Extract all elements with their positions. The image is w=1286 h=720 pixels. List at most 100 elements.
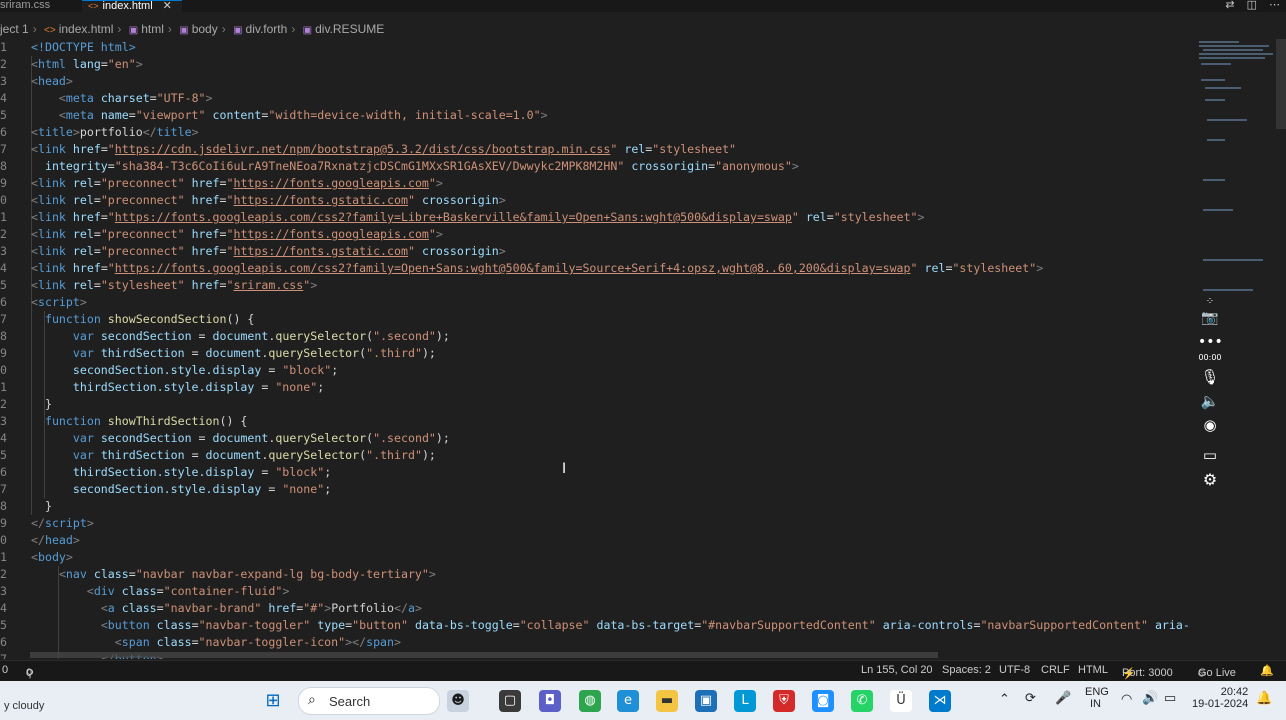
breadcrumb-html[interactable]: html	[141, 22, 164, 36]
search-label: Search	[329, 694, 371, 709]
drag-handle-icon[interactable]: ⁘	[1198, 296, 1222, 307]
split-editor-icon[interactable]: ◫	[1247, 0, 1257, 11]
teams-chat-icon[interactable]: ◘	[539, 690, 561, 712]
chevron-right-icon: ›	[117, 22, 122, 36]
microphone-icon[interactable]: 🎙	[1198, 368, 1222, 386]
shield-app-icon[interactable]: ⛨	[773, 690, 795, 712]
chevron-right-icon: ›	[167, 22, 172, 36]
code-line: 8 var secondSection = document.querySele…	[0, 329, 450, 343]
tab-index-html[interactable]: <> index.html ✕	[82, 0, 182, 13]
element-icon: ▣	[233, 25, 243, 36]
code-line: 8 }	[0, 499, 52, 513]
indentation[interactable]: Spaces: 2	[942, 664, 991, 676]
file-explorer-icon[interactable]: ▬	[656, 690, 678, 712]
element-icon: ▣	[302, 25, 313, 36]
screen-icon[interactable]: ▭	[1198, 446, 1222, 464]
chevron-up-icon[interactable]: ⌃	[999, 691, 1010, 707]
code-line: 5 var thirdSection = document.querySelec…	[0, 448, 436, 462]
code-line: 0 secondSection.style.display = "block";	[0, 363, 339, 377]
notification-icon[interactable]: 🔔	[1256, 690, 1272, 706]
breadcrumb-body[interactable]: body	[192, 22, 218, 36]
code-line: 9 </script>	[0, 516, 94, 530]
camera-icon[interactable]: 📷	[1198, 310, 1222, 326]
app-u-icon[interactable]: Ü	[890, 690, 912, 712]
wifi-icon[interactable]: ◠	[1121, 691, 1132, 707]
code-line: 7 function showSecondSection() {	[0, 312, 255, 326]
windows-start-icon[interactable]: ⊞	[262, 690, 284, 712]
language-mode[interactable]: HTML	[1078, 664, 1108, 676]
more-icon[interactable]: •••	[1198, 334, 1223, 350]
html-file-icon: <>	[44, 25, 56, 36]
code-line: 1 <body>	[0, 550, 73, 564]
copilot-avatar-icon[interactable]: ☻	[447, 690, 469, 712]
code-line: 1 thirdSection.style.display = "none";	[0, 380, 325, 394]
encoding[interactable]: UTF-8	[999, 664, 1030, 676]
speaker-icon[interactable]: 🔈	[1198, 392, 1222, 410]
tab-sriram-css[interactable]: sriram.css	[0, 0, 72, 12]
app-l-icon[interactable]: L	[734, 690, 756, 712]
code-line: 4 <a class="navbar-brand" href="#">Portf…	[0, 601, 422, 615]
gear-icon[interactable]: ⚙	[1198, 470, 1222, 489]
sync-icon[interactable]: ⟳	[1025, 690, 1036, 706]
notifications-bell-icon[interactable]: 🔔	[1260, 664, 1274, 677]
tab-label: index.html	[102, 0, 153, 12]
code-line: 4 <link href="https://fonts.googleapis.co…	[0, 261, 1044, 275]
code-line: 3 function showThirdSection() {	[0, 414, 248, 428]
html-file-icon: <>	[88, 1, 99, 11]
code-line: 9 var thirdSection = document.querySelec…	[0, 346, 436, 360]
code-line: 6 <title>portfolio</title>	[0, 125, 199, 139]
more-actions-icon[interactable]: ⋯	[1269, 0, 1280, 11]
cursor-position[interactable]: Ln 155, Col 20	[861, 664, 933, 676]
microphone-tray-icon[interactable]: 🎤	[1055, 690, 1071, 706]
breadcrumb: ject 1 › <> index.html › ▣ html › ▣ body › ▣ div…	[0, 19, 1190, 39]
breadcrumb-project[interactable]: ject 1	[0, 22, 29, 36]
problems-count[interactable]: 0	[2, 664, 8, 676]
chevron-right-icon: ›	[221, 22, 226, 36]
code-line: 4 <meta charset="UTF-8">	[0, 91, 213, 105]
breadcrumb-div-resume[interactable]: div.RESUME	[315, 22, 384, 36]
line-ending[interactable]: CRLF	[1041, 664, 1070, 676]
code-line: 6 <script>	[0, 295, 87, 309]
breadcrumb-div-forth[interactable]: div.forth	[246, 22, 288, 36]
code-line: 2 <html lang="en">	[0, 57, 143, 71]
chevron-right-icon: ›	[291, 22, 296, 36]
language-indicator[interactable]: ENG IN	[1085, 686, 1109, 710]
whatsapp-icon[interactable]: ✆	[851, 690, 873, 712]
code-editor[interactable]: 1 <!DOCTYPE html> 2 <html lang="en"> 3 <hea…	[0, 39, 1190, 659]
taskbar-search[interactable]: ⌕ Search	[298, 687, 440, 715]
code-line: 2 <nav class="navbar navbar-expand-lg bg…	[0, 567, 436, 581]
compare-icon[interactable]: ⇄	[1225, 0, 1234, 11]
tab-label: sriram.css	[0, 0, 51, 11]
vscode-icon[interactable]: ⋊	[929, 690, 951, 712]
webcam-icon[interactable]: ◉	[1198, 416, 1222, 434]
horizontal-scrollbar[interactable]	[30, 652, 938, 658]
windows-taskbar: y cloudy ⊞ ⌕ Search ☻ ▢ ◘ ◍ e ▬ ▣ L ⛨ ◙ …	[0, 681, 1286, 720]
battery-icon[interactable]: ▭	[1164, 690, 1176, 706]
app-blue-icon[interactable]: ◙	[812, 690, 834, 712]
vertical-scrollbar[interactable]	[1276, 39, 1286, 129]
chrome-icon[interactable]: ◍	[579, 690, 601, 712]
code-line: 6 <span class="navbar-toggler-icon"></sp…	[0, 635, 401, 649]
code-line: 5 <button class="navbar-toggler" type="b…	[0, 618, 1190, 632]
code-line: 6 thirdSection.style.display = "block";	[0, 465, 332, 479]
code-line: 0 <link rel="preconnect" href="https://fo…	[0, 193, 506, 207]
code-line: 2 <link rel="preconnect" href="https://fo…	[0, 227, 443, 241]
code-line: 7 secondSection.style.display = "none";	[0, 482, 332, 496]
code-line: 7 <link href="https://cdn.jsdelivr.net/np…	[0, 142, 737, 156]
code-line: 3 <link rel="preconnect" href="https://fo…	[0, 244, 506, 258]
edge-icon[interactable]: e	[617, 690, 639, 712]
task-view-icon[interactable]: ▢	[499, 690, 521, 712]
close-icon[interactable]: ✕	[163, 0, 172, 12]
clock[interactable]: 20:42 19-01-2024	[1192, 686, 1248, 710]
volume-icon[interactable]: 🔊	[1142, 690, 1158, 706]
store-icon[interactable]: ▣	[695, 690, 717, 712]
weather-widget[interactable]: y cloudy	[4, 700, 44, 712]
code-line: 8 integrity="sha384-T3c6CoIi6uLrA9TneNEo…	[0, 159, 799, 173]
element-icon: ▣	[179, 25, 189, 36]
code-line: 3 <head>	[0, 74, 73, 88]
code-line: 2 }	[0, 397, 52, 411]
chevron-right-icon: ›	[32, 22, 37, 36]
breadcrumb-file[interactable]: index.html	[59, 22, 114, 36]
search-icon: ⌕	[308, 692, 316, 708]
recording-timer: 00:00	[1198, 353, 1222, 362]
